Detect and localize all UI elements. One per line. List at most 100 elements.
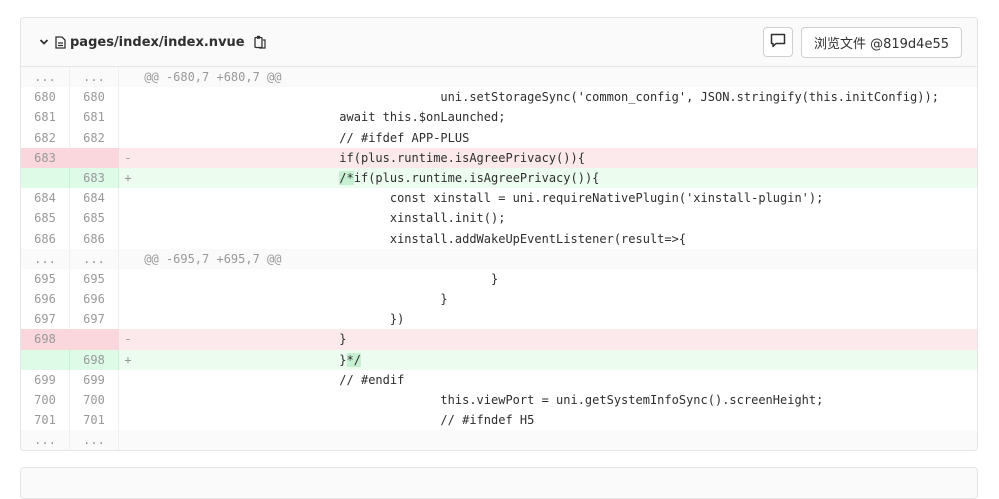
diff-sign <box>119 390 137 410</box>
code-text: }*/ <box>137 349 977 370</box>
code-text: xinstall.init(); <box>137 211 506 226</box>
diff-line: 700 700 this.viewPort = uni.getSystemInfo… <box>21 390 977 411</box>
code-text: this.viewPort = uni.getSystemInfoSync().… <box>137 393 824 407</box>
old-line-number[interactable]: 700 <box>21 390 70 411</box>
diff-line: 681 681 await this.$onLaunched; <box>21 107 977 128</box>
diff-line: 680 680 uni.setStorageSync('common_config… <box>21 87 977 108</box>
new-line-number[interactable]: ... <box>70 430 119 450</box>
copy-icon[interactable] <box>253 35 266 49</box>
old-line-number[interactable]: 684 <box>21 188 70 209</box>
diff-line: 682 682 // #ifdef APP-PLUS <box>21 127 977 148</box>
toggle-comments-button[interactable] <box>762 27 793 57</box>
old-line-number[interactable] <box>21 349 70 370</box>
chevron-down-icon[interactable] <box>39 37 49 47</box>
diff-hunk-header: ...... <box>21 430 977 450</box>
new-line-number[interactable]: 684 <box>70 188 119 209</box>
code-text: xinstall.addWakeUpEventListener(result=>… <box>137 231 687 246</box>
diff-line: 696 696 } <box>21 289 977 310</box>
comment-icon <box>770 33 786 52</box>
code-text: /*if(plus.runtime.isAgreePrivacy()){ <box>137 167 977 189</box>
code-text: @@ -695,7 +695,7 @@ <box>137 251 282 266</box>
code-text: } <box>137 292 448 307</box>
new-line-number[interactable]: 686 <box>70 228 119 249</box>
old-line-number[interactable]: 697 <box>21 309 70 330</box>
diff-sign <box>119 309 137 329</box>
diff-line: 698 + }*/ <box>21 349 977 370</box>
code-text: // #endif <box>137 372 405 387</box>
diff-sign <box>119 188 137 208</box>
diff-line: 698 - } <box>21 329 977 350</box>
code-text: uni.setStorageSync('common_config', JSON… <box>137 90 939 105</box>
old-line-number[interactable]: 685 <box>21 208 70 229</box>
file-header: pages/index/index.nvue 浏览文件 @819d4e55 <box>21 18 977 67</box>
diff-sign <box>119 410 137 430</box>
file-icon <box>55 35 66 49</box>
old-line-number[interactable]: 686 <box>21 228 70 249</box>
new-line-number[interactable] <box>70 147 119 168</box>
code-text: @@ -680,7 +680,7 @@ <box>137 70 282 84</box>
new-line-number[interactable]: 680 <box>70 87 119 108</box>
header-actions: 浏览文件 @819d4e55 <box>762 26 962 58</box>
old-line-number[interactable]: ... <box>21 248 70 269</box>
diff-sign <box>119 229 137 249</box>
diff-line: 685 685 xinstall.init(); <box>21 208 977 229</box>
diff-sign <box>119 67 137 87</box>
code-indent: } <box>137 352 347 367</box>
new-line-number[interactable]: 695 <box>70 268 119 290</box>
diff-line: 684 684 const xinstall = uni.requireNativ… <box>21 188 977 209</box>
code-text: } <box>137 271 499 286</box>
new-line-number[interactable]: 685 <box>70 208 119 229</box>
old-line-number[interactable]: 681 <box>21 107 70 128</box>
diff-sign: - <box>119 147 137 168</box>
diff-sign: + <box>119 167 137 189</box>
new-line-number[interactable]: 681 <box>70 107 119 128</box>
new-line-number[interactable]: 701 <box>70 410 119 431</box>
diff-line: 683 - if(plus.runtime.isAgreePrivacy()){ <box>21 147 977 168</box>
new-line-number[interactable] <box>70 329 119 350</box>
added-highlight: /* <box>339 170 354 185</box>
diff-sign <box>119 289 137 309</box>
old-line-number[interactable]: 696 <box>21 289 70 310</box>
diff-hunk-header: ...... @@ -680,7 +680,7 @@ <box>21 67 977 88</box>
diff-hunk-header: ...... @@ -695,7 +695,7 @@ <box>21 248 977 269</box>
code-text: await this.$onLaunched; <box>137 110 506 125</box>
old-line-number[interactable]: 701 <box>21 410 70 431</box>
diff-file: pages/index/index.nvue 浏览文件 @819d4e55 ..… <box>20 17 978 451</box>
diff-line: 699 699 // #endif <box>21 369 977 390</box>
diff-sign <box>119 87 137 107</box>
diff-line: 683 + /*if(plus.runtime.isAgreePrivacy())… <box>21 167 977 189</box>
diff-sign <box>119 249 137 269</box>
old-line-number[interactable]: 698 <box>21 329 70 350</box>
old-line-number[interactable]: 695 <box>21 268 70 290</box>
diff-line: 686 686 xinstall.addWakeUpEventListener(r… <box>21 228 977 249</box>
diff-sign: - <box>119 329 137 350</box>
old-line-number[interactable]: ... <box>21 430 70 450</box>
old-line-number[interactable]: 683 <box>21 147 70 168</box>
file-path[interactable]: pages/index/index.nvue <box>70 35 245 50</box>
new-line-number[interactable]: ... <box>70 67 119 88</box>
old-line-number[interactable] <box>21 167 70 189</box>
old-line-number[interactable]: 680 <box>21 87 70 108</box>
code-text: if(plus.runtime.isAgreePrivacy()){ <box>137 147 977 168</box>
diff-sign <box>119 370 137 390</box>
code-text: // #ifndef H5 <box>137 413 535 428</box>
diff-sign <box>119 269 137 289</box>
new-line-number[interactable]: 698 <box>70 349 119 370</box>
view-file-button[interactable]: 浏览文件 @819d4e55 <box>800 26 962 58</box>
code-text: // #ifdef APP-PLUS <box>137 130 470 145</box>
new-line-number[interactable]: 700 <box>70 390 119 411</box>
old-line-number[interactable]: 682 <box>21 127 70 148</box>
old-line-number[interactable]: ... <box>21 67 70 88</box>
old-line-number[interactable]: 699 <box>21 369 70 390</box>
code-rest: if(plus.runtime.isAgreePrivacy()){ <box>353 170 600 185</box>
diff-line: 701 701 // #ifndef H5 <box>21 410 977 431</box>
new-line-number[interactable]: 682 <box>70 127 119 148</box>
new-line-number[interactable]: 697 <box>70 309 119 330</box>
new-line-number[interactable]: 683 <box>70 167 119 189</box>
new-line-number[interactable]: ... <box>70 248 119 269</box>
new-line-number[interactable]: 696 <box>70 289 119 310</box>
new-line-number[interactable]: 699 <box>70 369 119 390</box>
diff-line: 695 695 } <box>21 268 977 290</box>
